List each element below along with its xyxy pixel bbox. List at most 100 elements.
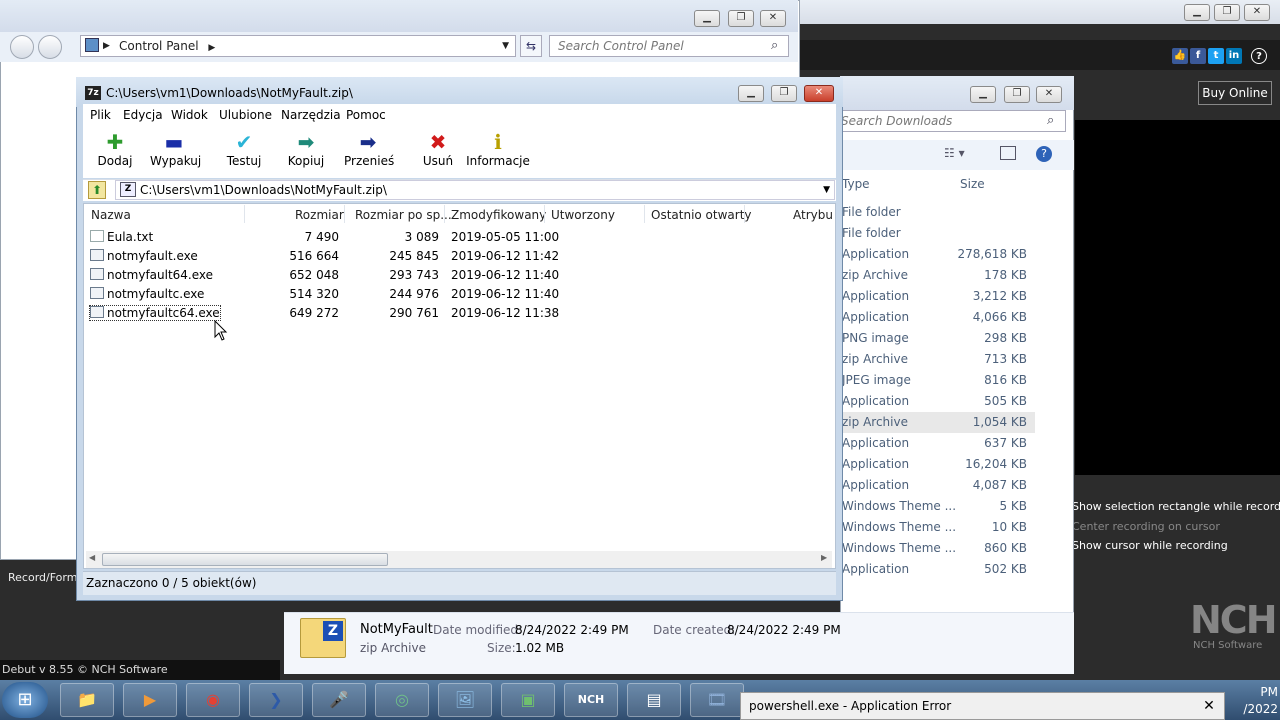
chevron-down-icon[interactable]: ▼ [823,181,830,199]
clock[interactable]: PM /2022 [1228,684,1278,718]
file-name[interactable]: notmyfaultc.exe [90,287,204,301]
start-button[interactable]: ⊞ [2,682,48,718]
menu-pomoc[interactable]: Pomoc [346,108,386,122]
document-icon[interactable]: ▤ [627,683,681,717]
forward-button[interactable] [38,35,62,59]
z7-minimize-button[interactable]: ▁ [738,85,764,102]
file-name[interactable]: notmyfaultc64.exe [89,305,221,321]
microphone-icon[interactable]: 🎤 [312,683,366,717]
dl-col-type[interactable]: Type [842,177,870,191]
close-icon[interactable]: ✕ [1200,697,1218,715]
debut-maximize-button[interactable]: ❐ [1214,4,1240,21]
scroll-left-icon[interactable]: ◀ [89,553,95,562]
z7-maximize-button[interactable]: ❐ [771,85,797,102]
menu-edycja[interactable]: Edycja [123,108,163,122]
dl-maximize-button[interactable]: ❐ [1004,86,1030,103]
list-item[interactable]: Application 4,087 KB [840,475,1035,496]
explorer-icon[interactable]: 📁 [60,683,114,717]
list-item[interactable]: Windows Theme ... 5 KB [840,496,1035,517]
monitor-icon[interactable]: ▣ [501,683,555,717]
toolbar-info-button[interactable]: ℹ Informacje [466,130,530,168]
list-item[interactable]: Application 16,204 KB [840,454,1035,475]
chevron-down-icon[interactable]: ▼ [502,36,509,56]
menu-widok[interactable]: Widok [171,108,208,122]
file-name[interactable]: notmyfault.exe [90,249,198,263]
folder-up-icon[interactable]: ⬆ [88,181,106,199]
file-name[interactable]: notmyfault64.exe [90,268,213,282]
toolbar-add-button[interactable]: ✚ Dodaj [91,130,139,168]
col-name[interactable]: Nazwa [91,208,131,222]
list-item[interactable]: zip Archive 1,054 KB [840,412,1035,433]
scrollbar-thumb[interactable] [102,553,388,566]
col-last-opened[interactable]: Ostatnio otwarty [651,208,752,222]
cp-search-input[interactable]: Search Control Panel [549,35,789,57]
option-show-cursor[interactable]: Show cursor while recording [1072,539,1228,552]
list-item[interactable]: Windows Theme ... 10 KB [840,517,1035,538]
film-icon[interactable]: 🎞 [690,683,744,717]
col-attributes[interactable]: Atrybut [793,208,833,222]
dl-search-input[interactable]: Search Downloads [832,110,1066,132]
option-center-recording[interactable]: Center recording on cursor [1072,520,1220,533]
chrome-icon[interactable]: ◉ [186,683,240,717]
preview-pane-icon[interactable] [1000,146,1016,160]
menu-ulubione[interactable]: Ulubione [219,108,272,122]
file-name[interactable]: Eula.txt [90,230,153,244]
list-item[interactable]: zip Archive 178 KB [840,265,1035,286]
menu-narzedzia[interactable]: Narzędzia [281,108,341,122]
option-show-selection-rectangle[interactable]: Show selection rectangle while recording [1072,500,1280,513]
cp-close-button[interactable]: ✕ [760,10,786,27]
list-item[interactable]: File folder [840,223,1035,244]
list-item[interactable]: Application 637 KB [840,433,1035,454]
cp-maximize-button[interactable]: ❐ [728,10,754,27]
menu-plik[interactable]: Plik [90,108,111,122]
list-item[interactable]: zip Archive 713 KB [840,349,1035,370]
help-icon[interactable]: ? [1036,146,1052,162]
list-item[interactable]: Application 4,066 KB [840,307,1035,328]
search-icon[interactable]: ⌕ [1047,113,1054,128]
thumbs-up-icon[interactable]: 👍 [1172,48,1188,64]
toolbar-delete-button[interactable]: ✖ Usuń [414,130,462,168]
toolbar-move-button[interactable]: ➡ Przenieś [344,130,394,168]
scroll-right-icon[interactable]: ▶ [821,553,827,562]
facebook-icon[interactable]: f [1190,48,1206,64]
list-item[interactable]: Application 278,618 KB [840,244,1035,265]
cp-minimize-button[interactable]: ▁ [694,10,720,27]
linkedin-icon[interactable]: in [1226,48,1242,64]
network-icon[interactable]: ◎ [375,683,429,717]
media-player-icon[interactable]: ▶ [123,683,177,717]
help-icon[interactable]: ? [1251,48,1267,64]
powershell-icon[interactable]: ❯ [249,683,303,717]
col-modified[interactable]: Zmodyfikowany [451,208,546,222]
view-icon[interactable]: ☷ ▾ [944,146,965,160]
col-size[interactable]: Rozmiar [295,208,344,222]
buy-online-button[interactable]: Buy Online [1198,81,1272,105]
dl-col-size[interactable]: Size [960,177,985,191]
list-item[interactable]: Windows Theme ... 860 KB [840,538,1035,559]
back-button[interactable] [10,35,34,59]
debut-minimize-button[interactable]: ▁ [1184,4,1210,21]
list-item[interactable]: File folder [840,202,1035,223]
nch-icon[interactable]: NCH [564,683,618,717]
debut-version-footer: Debut v 8.55 © NCH Software [0,660,280,680]
twitter-icon[interactable]: t [1208,48,1224,64]
dl-close-button[interactable]: ✕ [1036,86,1062,103]
search-icon[interactable]: ⌕ [771,38,778,53]
dl-minimize-button[interactable]: ▁ [970,86,996,103]
refresh-icon[interactable]: ⇆ [520,35,542,57]
list-item[interactable]: PNG image 298 KB [840,328,1035,349]
col-created[interactable]: Utworzony [551,208,615,222]
path-combobox[interactable]: Z C:\Users\vm1\Downloads\NotMyFault.zip\… [115,180,835,200]
toolbar-extract-button[interactable]: ▬ Wypakuj [150,130,201,168]
toolbar-copy-button[interactable]: ➡ Kopiuj [282,130,330,168]
powershell-error-window[interactable]: powershell.exe - Application Error [740,692,1225,720]
photo-viewer-icon[interactable]: 🖼 [438,683,492,717]
list-item[interactable]: Application 502 KB [840,559,1035,580]
list-item[interactable]: JPEG image 816 KB [840,370,1035,391]
cp-address-bar[interactable]: ▶ Control Panel ▶ ▼ [80,35,516,57]
toolbar-test-button[interactable]: ✔ Testuj [220,130,268,168]
debut-close-button[interactable]: ✕ [1244,4,1270,21]
list-item[interactable]: Application 505 KB [840,391,1035,412]
list-item[interactable]: Application 3,212 KB [840,286,1035,307]
col-packed-size[interactable]: Rozmiar po sp... [355,208,452,222]
z7-close-button[interactable]: ✕ [804,85,834,102]
